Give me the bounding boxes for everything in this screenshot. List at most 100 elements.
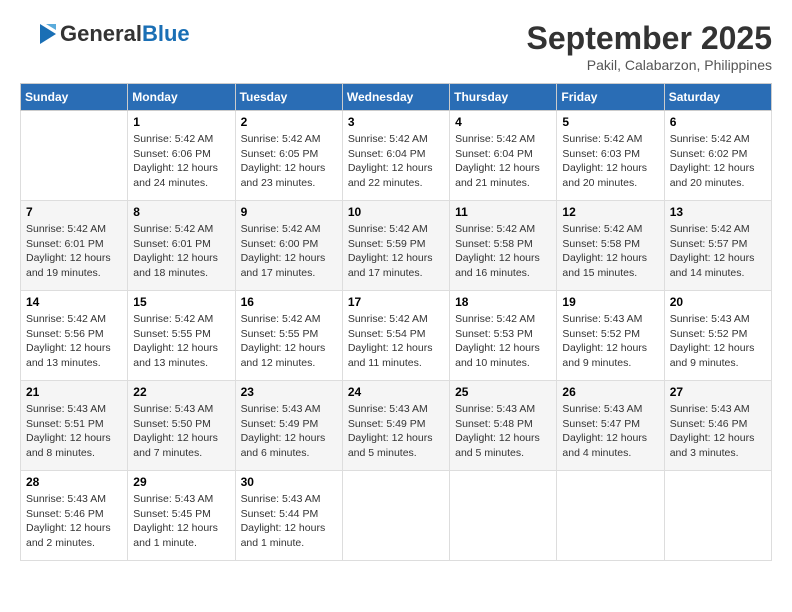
day-number: 22: [133, 385, 229, 399]
day-info: Sunrise: 5:42 AM Sunset: 5:53 PM Dayligh…: [455, 312, 551, 371]
day-info: Sunrise: 5:42 AM Sunset: 6:00 PM Dayligh…: [241, 222, 337, 281]
calendar-cell: 3Sunrise: 5:42 AM Sunset: 6:04 PM Daylig…: [342, 111, 449, 201]
day-number: 5: [562, 115, 658, 129]
calendar-cell: 7 Sunrise: 5:42 AM Sunset: 6:01 PM Daylig…: [21, 201, 128, 291]
day-info: Sunrise: 5:42 AM Sunset: 6:01 PM Dayligh…: [26, 222, 122, 281]
day-number: 26: [562, 385, 658, 399]
day-number: 11: [455, 205, 551, 219]
calendar-cell: 9 Sunrise: 5:42 AM Sunset: 6:00 PM Daylig…: [235, 201, 342, 291]
weekday-header: Sunday: [21, 84, 128, 111]
day-info: Sunrise: 5:42 AM Sunset: 5:55 PM Dayligh…: [133, 312, 229, 371]
day-info: Sunrise: 5:43 AM Sunset: 5:50 PM Dayligh…: [133, 402, 229, 461]
day-number: 25: [455, 385, 551, 399]
calendar-week-row: 7 Sunrise: 5:42 AM Sunset: 6:01 PM Daylig…: [21, 201, 772, 291]
day-number: 13: [670, 205, 766, 219]
day-info: Sunrise: 5:43 AM Sunset: 5:46 PM Dayligh…: [670, 402, 766, 461]
calendar-cell: 17 Sunrise: 5:42 AM Sunset: 5:54 PM Dayli…: [342, 291, 449, 381]
day-info: Sunrise: 5:43 AM Sunset: 5:47 PM Dayligh…: [562, 402, 658, 461]
calendar-cell: 30 Sunrise: 5:43 AM Sunset: 5:44 PM Dayli…: [235, 471, 342, 561]
title-block: September 2025 Pakil, Calabarzon, Philip…: [527, 20, 772, 73]
calendar-cell: 29Sunrise: 5:43 AM Sunset: 5:45 PM Dayli…: [128, 471, 235, 561]
day-info: Sunrise: 5:42 AM Sunset: 5:58 PM Dayligh…: [455, 222, 551, 281]
day-info: Sunrise: 5:42 AM Sunset: 5:55 PM Dayligh…: [241, 312, 337, 371]
weekday-header: Monday: [128, 84, 235, 111]
weekday-header: Wednesday: [342, 84, 449, 111]
calendar-cell: 26 Sunrise: 5:43 AM Sunset: 5:47 PM Dayli…: [557, 381, 664, 471]
calendar-week-row: 14 Sunrise: 5:42 AM Sunset: 5:56 PM Dayli…: [21, 291, 772, 381]
logo-icon: [20, 20, 56, 48]
calendar-cell: [450, 471, 557, 561]
calendar-cell: 1Sunrise: 5:42 AM Sunset: 6:06 PM Daylig…: [128, 111, 235, 201]
month-title: September 2025: [527, 20, 772, 57]
calendar-cell: 11 Sunrise: 5:42 AM Sunset: 5:58 PM Dayli…: [450, 201, 557, 291]
day-info: Sunrise: 5:42 AM Sunset: 5:59 PM Dayligh…: [348, 222, 444, 281]
day-number: 28: [26, 475, 122, 489]
page-header: GeneralBlue September 2025 Pakil, Calaba…: [20, 20, 772, 73]
day-info: Sunrise: 5:43 AM Sunset: 5:44 PM Dayligh…: [241, 492, 337, 551]
day-number: 4: [455, 115, 551, 129]
logo-blue: Blue: [142, 21, 190, 46]
day-number: 6: [670, 115, 766, 129]
day-info: Sunrise: 5:42 AM Sunset: 5:57 PM Dayligh…: [670, 222, 766, 281]
calendar-week-row: 28 Sunrise: 5:43 AM Sunset: 5:46 PM Dayli…: [21, 471, 772, 561]
day-info: Sunrise: 5:43 AM Sunset: 5:52 PM Dayligh…: [562, 312, 658, 371]
logo-general: General: [60, 21, 142, 46]
day-info: Sunrise: 5:43 AM Sunset: 5:51 PM Dayligh…: [26, 402, 122, 461]
day-number: 7: [26, 205, 122, 219]
day-number: 29: [133, 475, 229, 489]
calendar-week-row: 1Sunrise: 5:42 AM Sunset: 6:06 PM Daylig…: [21, 111, 772, 201]
calendar-cell: [664, 471, 771, 561]
day-info: Sunrise: 5:43 AM Sunset: 5:49 PM Dayligh…: [241, 402, 337, 461]
day-info: Sunrise: 5:43 AM Sunset: 5:48 PM Dayligh…: [455, 402, 551, 461]
day-number: 8: [133, 205, 229, 219]
day-number: 15: [133, 295, 229, 309]
day-info: Sunrise: 5:42 AM Sunset: 6:02 PM Dayligh…: [670, 132, 766, 191]
day-info: Sunrise: 5:42 AM Sunset: 6:03 PM Dayligh…: [562, 132, 658, 191]
day-info: Sunrise: 5:43 AM Sunset: 5:52 PM Dayligh…: [670, 312, 766, 371]
day-number: 18: [455, 295, 551, 309]
calendar-cell: 2 Sunrise: 5:42 AM Sunset: 6:05 PM Daylig…: [235, 111, 342, 201]
weekday-header: Friday: [557, 84, 664, 111]
day-number: 2: [241, 115, 337, 129]
day-info: Sunrise: 5:42 AM Sunset: 6:04 PM Dayligh…: [348, 132, 444, 191]
calendar-cell: 15 Sunrise: 5:42 AM Sunset: 5:55 PM Dayli…: [128, 291, 235, 381]
day-info: Sunrise: 5:42 AM Sunset: 5:54 PM Dayligh…: [348, 312, 444, 371]
calendar-cell: 19Sunrise: 5:43 AM Sunset: 5:52 PM Dayli…: [557, 291, 664, 381]
calendar-cell: [342, 471, 449, 561]
calendar-cell: 23 Sunrise: 5:43 AM Sunset: 5:49 PM Dayli…: [235, 381, 342, 471]
day-number: 24: [348, 385, 444, 399]
weekday-header: Thursday: [450, 84, 557, 111]
calendar-cell: 10 Sunrise: 5:42 AM Sunset: 5:59 PM Dayli…: [342, 201, 449, 291]
day-number: 17: [348, 295, 444, 309]
weekday-header: Tuesday: [235, 84, 342, 111]
calendar-cell: 24 Sunrise: 5:43 AM Sunset: 5:49 PM Dayli…: [342, 381, 449, 471]
calendar-cell: 28 Sunrise: 5:43 AM Sunset: 5:46 PM Dayli…: [21, 471, 128, 561]
day-number: 20: [670, 295, 766, 309]
day-info: Sunrise: 5:43 AM Sunset: 5:49 PM Dayligh…: [348, 402, 444, 461]
day-number: 23: [241, 385, 337, 399]
day-info: Sunrise: 5:43 AM Sunset: 5:46 PM Dayligh…: [26, 492, 122, 551]
calendar-cell: 22 Sunrise: 5:43 AM Sunset: 5:50 PM Dayli…: [128, 381, 235, 471]
day-number: 27: [670, 385, 766, 399]
calendar-cell: 6 Sunrise: 5:42 AM Sunset: 6:02 PM Daylig…: [664, 111, 771, 201]
day-number: 16: [241, 295, 337, 309]
day-info: Sunrise: 5:42 AM Sunset: 6:05 PM Dayligh…: [241, 132, 337, 191]
day-info: Sunrise: 5:42 AM Sunset: 5:56 PM Dayligh…: [26, 312, 122, 371]
calendar-week-row: 21Sunrise: 5:43 AM Sunset: 5:51 PM Dayli…: [21, 381, 772, 471]
calendar-cell: 16 Sunrise: 5:42 AM Sunset: 5:55 PM Dayli…: [235, 291, 342, 381]
calendar-cell: 12 Sunrise: 5:42 AM Sunset: 5:58 PM Dayli…: [557, 201, 664, 291]
calendar-cell: 21Sunrise: 5:43 AM Sunset: 5:51 PM Dayli…: [21, 381, 128, 471]
day-number: 1: [133, 115, 229, 129]
calendar-cell: [21, 111, 128, 201]
day-number: 10: [348, 205, 444, 219]
day-number: 12: [562, 205, 658, 219]
day-number: 14: [26, 295, 122, 309]
calendar-cell: 14 Sunrise: 5:42 AM Sunset: 5:56 PM Dayli…: [21, 291, 128, 381]
day-number: 30: [241, 475, 337, 489]
day-number: 9: [241, 205, 337, 219]
logo: GeneralBlue: [20, 20, 190, 48]
calendar-cell: 27 Sunrise: 5:43 AM Sunset: 5:46 PM Dayli…: [664, 381, 771, 471]
calendar-cell: 25 Sunrise: 5:43 AM Sunset: 5:48 PM Dayli…: [450, 381, 557, 471]
calendar-cell: 8Sunrise: 5:42 AM Sunset: 6:01 PM Daylig…: [128, 201, 235, 291]
day-info: Sunrise: 5:42 AM Sunset: 5:58 PM Dayligh…: [562, 222, 658, 281]
